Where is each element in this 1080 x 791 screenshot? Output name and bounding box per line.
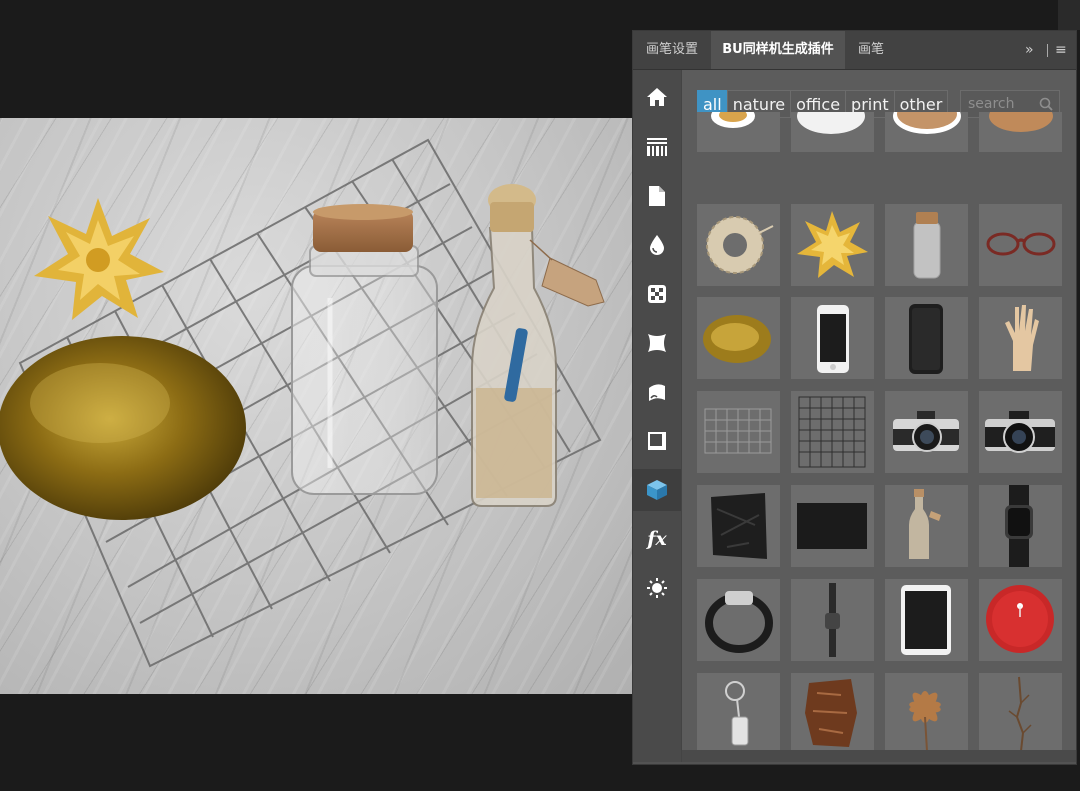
plugin-panel: 画笔设置 BU同样机生成插件 画笔 » ≡ fx all nature offi… [632,30,1077,765]
asset-wire-grid[interactable] [697,391,780,473]
asset-smartwatch[interactable] [979,485,1062,567]
sidebar-fx-button[interactable]: fx [633,518,681,560]
asset-dried-flower[interactable] [885,673,968,750]
asset-black-slate[interactable] [791,485,874,567]
asset-gold-dish[interactable] [697,297,780,379]
sidebar-light-button[interactable] [633,567,681,609]
asset-glass-jar[interactable] [885,204,968,286]
cube-icon [647,480,667,500]
asset-smartwatch-band[interactable] [697,579,780,661]
tab-brush-settings[interactable]: 画笔设置 [633,31,711,69]
sidebar-checkerboard-button[interactable] [633,273,681,315]
message-bottle [471,184,605,507]
asset-wooden-hand[interactable] [979,297,1062,379]
panel-tab-bar: 画笔设置 BU同样机生成插件 画笔 » ≡ [633,31,1076,70]
asset-tree-bark[interactable] [791,673,874,750]
sidebar-texture-button[interactable] [633,126,681,168]
asset-cork-board[interactable] [979,112,1062,152]
asset-dried-twig[interactable] [979,673,1062,750]
canvas-edge [1058,0,1080,30]
fx-icon: fx [647,528,667,550]
sidebar-warp-button[interactable] [633,322,681,364]
asset-phone-black[interactable] [885,297,968,379]
asset-white-plate[interactable] [791,112,874,152]
drop-icon [650,235,664,255]
panel-menu-icon[interactable]: ≡ [1055,31,1067,69]
search-icon[interactable] [1039,97,1053,111]
asset-phone-white[interactable] [791,297,874,379]
asset-cork-coaster[interactable] [885,112,968,152]
asset-glasses[interactable] [979,204,1062,286]
asset-coffee-cup[interactable] [697,112,780,152]
mockup-scene [0,138,605,668]
curl-icon [649,384,665,401]
sidebar-drop-button[interactable] [633,224,681,266]
asset-message-bottle[interactable] [885,485,968,567]
sidebar-curl-button[interactable] [633,371,681,413]
tool-sidebar: fx [633,70,682,762]
asset-red-candle[interactable] [979,579,1062,661]
asset-twine-ball[interactable] [697,204,780,286]
asset-watch-side[interactable] [791,579,874,661]
home-icon [647,88,667,106]
asset-tablet[interactable] [885,579,968,661]
glass-jar [291,204,438,495]
gold-bow [34,198,164,320]
asset-browser: all nature office print other [682,70,1076,750]
tab-bu-mockup-plugin[interactable]: BU同样机生成插件 [711,31,845,69]
asset-gold-bow[interactable] [791,204,874,286]
asset-wire-grid-tall[interactable] [791,391,874,473]
asset-keychain[interactable] [697,673,780,750]
frame-icon [648,432,666,450]
asset-crumpled-fabric[interactable] [697,485,780,567]
canvas-photo [0,118,632,694]
panel-divider [1047,44,1048,57]
document-icon [649,186,665,206]
sidebar-document-button[interactable] [633,175,681,217]
panel-footer [682,750,1076,762]
texture-icon [647,138,667,156]
light-icon [647,578,667,598]
asset-camera-silver[interactable] [885,391,968,473]
sidebar-frame-button[interactable] [633,420,681,462]
sidebar-cube-button[interactable] [633,469,681,511]
checkerboard-icon [648,285,666,303]
tab-brush[interactable]: 画笔 [845,31,897,69]
panel-expand-icon[interactable]: » [1025,31,1034,69]
sidebar-home-button[interactable] [633,76,681,118]
warp-icon [648,334,666,352]
asset-camera-black[interactable] [979,391,1062,473]
